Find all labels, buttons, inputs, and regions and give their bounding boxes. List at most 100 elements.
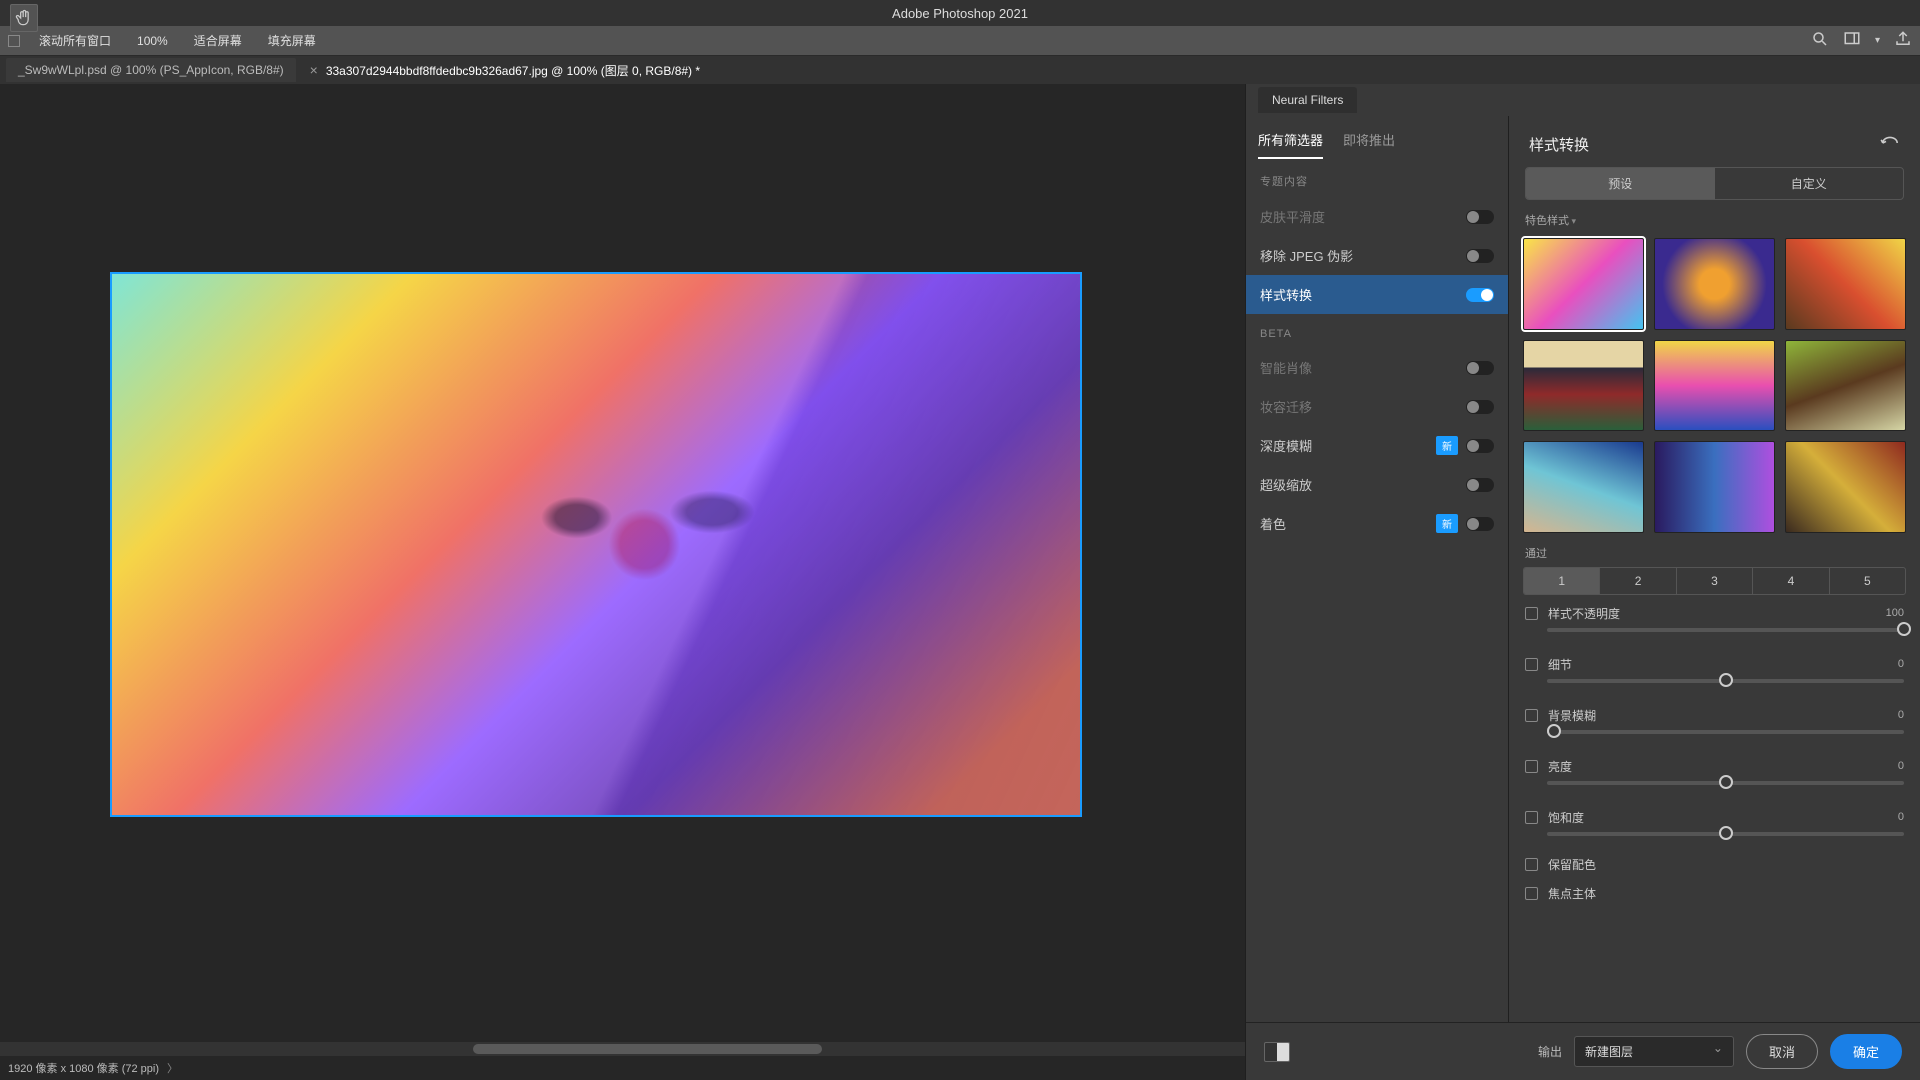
value-bgblur: 0	[1898, 709, 1904, 721]
mask-preview-button[interactable]	[1264, 1042, 1290, 1062]
canvas-area[interactable]: 1920 像素 x 1080 像素 (72 ppi) 〉	[0, 84, 1245, 1080]
style-thumbnails	[1509, 234, 1920, 533]
toggle-jpeg[interactable]	[1466, 249, 1494, 263]
handle-detail[interactable]	[1719, 673, 1733, 687]
badge-new: 新	[1436, 436, 1458, 455]
close-icon[interactable]: ×	[310, 62, 318, 78]
filter-makeup-transfer[interactable]: 妆容迁移	[1246, 387, 1508, 426]
scroll-all-checkbox[interactable]	[8, 35, 20, 47]
toggle-colorize[interactable]	[1466, 517, 1494, 531]
style-thumb-7[interactable]	[1523, 441, 1644, 533]
document-canvas[interactable]	[110, 272, 1082, 817]
pass-4[interactable]: 4	[1753, 568, 1829, 594]
filter-skin-smoothing[interactable]: 皮肤平滑度	[1246, 197, 1508, 236]
checkbox-preserve-color[interactable]	[1525, 858, 1538, 871]
pass-2[interactable]: 2	[1600, 568, 1676, 594]
toggle-super-zoom[interactable]	[1466, 478, 1494, 492]
value-brightness: 0	[1898, 760, 1904, 772]
section-featured-label: 专题内容	[1246, 159, 1508, 197]
toggle-style-transfer[interactable]	[1466, 288, 1494, 302]
slider-brightness: 亮度0	[1509, 748, 1920, 799]
label-bgblur: 背景模糊	[1548, 707, 1898, 724]
style-thumb-6[interactable]	[1785, 340, 1906, 432]
style-thumb-1[interactable]	[1523, 238, 1644, 330]
tab-preset[interactable]: 预设	[1526, 168, 1715, 199]
checkbox-opacity[interactable]	[1525, 607, 1538, 620]
pass-1[interactable]: 1	[1524, 568, 1600, 594]
tab-label: 33a307d2944bbdf8ffdedbc9b326ad67.jpg @ 1…	[326, 62, 700, 79]
toggle-makeup[interactable]	[1466, 400, 1494, 414]
cancel-button[interactable]: 取消	[1746, 1034, 1818, 1069]
label-preserve-color: 保留配色	[1548, 856, 1596, 873]
tab-all-filters[interactable]: 所有筛选器	[1258, 130, 1323, 159]
value-opacity: 100	[1886, 607, 1904, 619]
fit-screen-button[interactable]: 适合屏幕	[183, 27, 253, 54]
handle-saturation[interactable]	[1719, 826, 1733, 840]
share-icon[interactable]	[1894, 30, 1912, 51]
checkbox-focus-subject[interactable]	[1525, 887, 1538, 900]
label-detail: 细节	[1548, 656, 1898, 673]
filter-style-transfer[interactable]: 样式转换	[1246, 275, 1508, 314]
chevron-down-icon[interactable]: ▾	[1875, 35, 1880, 46]
toggle-skin-smoothing[interactable]	[1466, 210, 1494, 224]
style-thumb-8[interactable]	[1654, 441, 1775, 533]
document-tab-1[interactable]: _Sw9wWLpl.psd @ 100% (PS_AppIcon, RGB/8#…	[6, 58, 296, 82]
track-opacity[interactable]	[1547, 628, 1904, 632]
horizontal-scrollbar[interactable]	[0, 1042, 1245, 1056]
style-thumb-5[interactable]	[1654, 340, 1775, 432]
status-bar: 1920 像素 x 1080 像素 (72 ppi) 〉	[0, 1056, 1245, 1080]
style-thumb-9[interactable]	[1785, 441, 1906, 533]
track-brightness[interactable]	[1547, 781, 1904, 785]
tab-custom[interactable]: 自定义	[1715, 168, 1904, 199]
track-saturation[interactable]	[1547, 832, 1904, 836]
checkbox-bgblur[interactable]	[1525, 709, 1538, 722]
checkbox-detail[interactable]	[1525, 658, 1538, 671]
checkbox-brightness[interactable]	[1525, 760, 1538, 773]
document-tab-2[interactable]: × 33a307d2944bbdf8ffdedbc9b326ad67.jpg @…	[298, 57, 712, 84]
output-label: 输出	[1538, 1043, 1562, 1060]
status-flyout-icon[interactable]: 〉	[167, 1060, 178, 1076]
scroll-all-label: 滚动所有窗口	[28, 27, 122, 54]
neural-filters-panel: Neural Filters 所有筛选器 即将推出 专题内容 皮肤平滑度 移除 …	[1245, 84, 1920, 1080]
row-preserve-color[interactable]: 保留配色	[1509, 850, 1920, 879]
filter-label: 着色	[1260, 514, 1286, 533]
label-brightness: 亮度	[1548, 758, 1898, 775]
pass-3[interactable]: 3	[1677, 568, 1753, 594]
track-detail[interactable]	[1547, 679, 1904, 683]
search-icon[interactable]	[1811, 30, 1829, 51]
hand-tool-icon[interactable]	[10, 4, 38, 32]
style-thumb-2[interactable]	[1654, 238, 1775, 330]
handle-opacity[interactable]	[1897, 622, 1911, 636]
app-title: Adobe Photoshop 2021	[892, 6, 1028, 21]
filter-label: 样式转换	[1260, 285, 1312, 304]
style-thumb-4[interactable]	[1523, 340, 1644, 432]
toggle-smart-portrait[interactable]	[1466, 361, 1494, 375]
filter-super-zoom[interactable]: 超级缩放	[1246, 465, 1508, 504]
workspace-icon[interactable]	[1843, 30, 1861, 51]
panel-title-tab[interactable]: Neural Filters	[1258, 87, 1357, 113]
filter-depth-blur[interactable]: 深度模糊 新	[1246, 426, 1508, 465]
tab-upcoming[interactable]: 即将推出	[1343, 130, 1395, 159]
filter-smart-portrait[interactable]: 智能肖像	[1246, 348, 1508, 387]
output-select[interactable]: 新建图层	[1574, 1036, 1734, 1067]
filter-options-column: 样式转换 预设 自定义 特色样式	[1509, 116, 1920, 1022]
scrollbar-thumb[interactable]	[473, 1044, 822, 1054]
slider-opacity: 样式不透明度100	[1509, 595, 1920, 646]
preset-custom-tabs: 预设 自定义	[1525, 167, 1904, 200]
filter-colorize[interactable]: 着色 新	[1246, 504, 1508, 543]
toggle-depth-blur[interactable]	[1466, 439, 1494, 453]
zoom-100-button[interactable]: 100%	[126, 29, 179, 53]
options-toolbar: 滚动所有窗口 100% 适合屏幕 填充屏幕 ▾	[0, 26, 1920, 56]
handle-brightness[interactable]	[1719, 775, 1733, 789]
reset-icon[interactable]	[1880, 135, 1900, 154]
track-bgblur[interactable]	[1547, 730, 1904, 734]
pass-5[interactable]: 5	[1830, 568, 1905, 594]
style-dropdown[interactable]: 特色样式	[1509, 200, 1920, 234]
filter-jpeg-artifacts[interactable]: 移除 JPEG 伪影	[1246, 236, 1508, 275]
fill-screen-button[interactable]: 填充屏幕	[257, 27, 327, 54]
row-focus-subject[interactable]: 焦点主体	[1509, 879, 1920, 908]
checkbox-saturation[interactable]	[1525, 811, 1538, 824]
handle-bgblur[interactable]	[1547, 724, 1561, 738]
ok-button[interactable]: 确定	[1830, 1034, 1902, 1069]
style-thumb-3[interactable]	[1785, 238, 1906, 330]
